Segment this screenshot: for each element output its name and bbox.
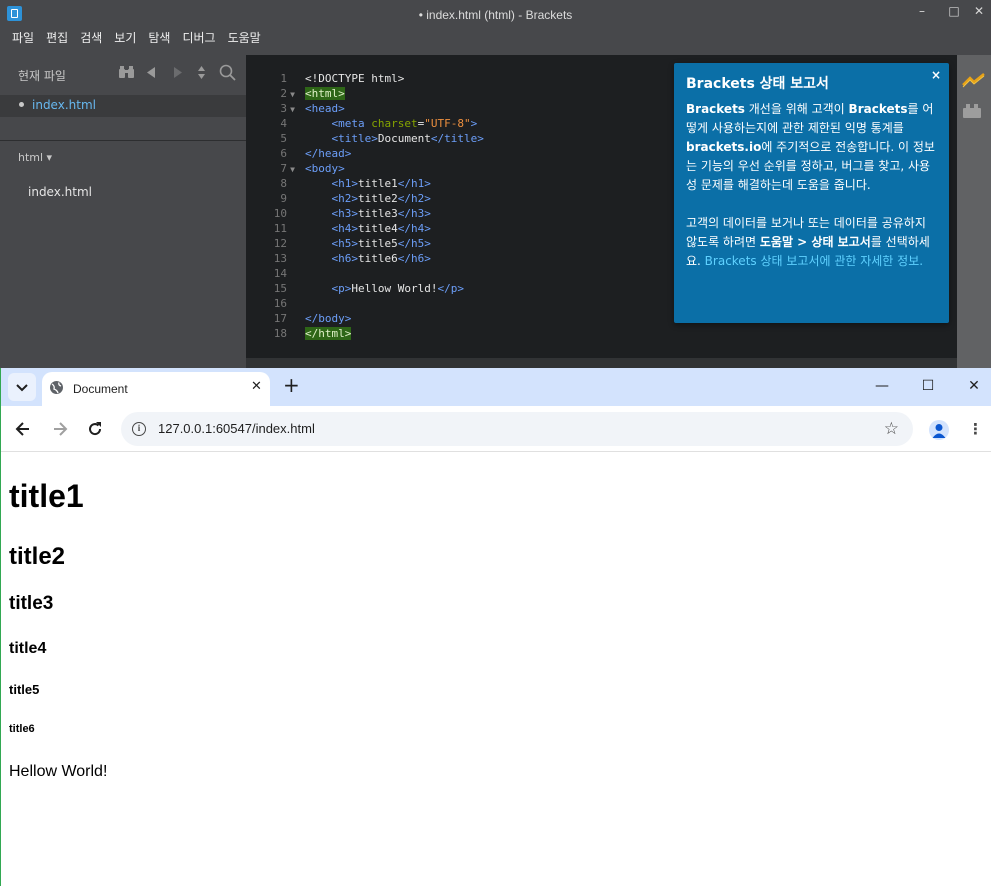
right-toolbar (957, 55, 991, 368)
working-files-header: 현재 파일 (18, 69, 66, 83)
health-report-popup: Brackets 상태 보고서 × Brackets 개선을 위해 고객이 Br… (674, 63, 949, 323)
health-report-paragraph: 고객의 데이터를 보거나 또는 데이터를 공유하지 않도록 하려면 도움말 > … (686, 216, 930, 268)
dirty-dot-icon (19, 102, 24, 107)
maximize-icon[interactable]: □ (940, 2, 968, 22)
menu-navigate[interactable]: 탐색 (148, 29, 170, 47)
menu-view[interactable]: 보기 (114, 29, 136, 47)
profile-avatar-icon[interactable] (929, 420, 949, 440)
heading-6: title6 (9, 723, 35, 735)
nav-forward-icon[interactable] (173, 67, 182, 78)
status-bar (246, 358, 957, 368)
tab-document[interactable]: Document ✕ (42, 372, 270, 406)
brackets-titlebar: • index.html (html) - Brackets – □ ✕ 파일 편… (0, 0, 991, 55)
code-line: 3 ▼ <head> (280, 102, 345, 117)
maximize-icon[interactable]: ☐ (913, 374, 943, 398)
minimize-icon[interactable]: – (908, 2, 936, 22)
menu-file[interactable]: 파일 (12, 29, 34, 47)
page-content: title1 title2 title3 title4 title5 title… (0, 453, 991, 886)
site-info-icon[interactable]: i (132, 422, 146, 436)
address-bar[interactable]: i 127.0.0.1:60547/index.html ☆ (121, 412, 913, 446)
code-line: 13 <h6>title6</h6> (273, 252, 431, 265)
close-tab-icon[interactable]: ✕ (251, 379, 262, 394)
working-file-name: index.html (32, 98, 96, 112)
bookmark-star-icon[interactable]: ☆ (884, 419, 899, 439)
project-file-item[interactable]: index.html (28, 185, 92, 199)
nav-back-icon[interactable] (147, 67, 156, 78)
forward-arrow-icon[interactable] (50, 419, 70, 439)
code-line: 14 (273, 267, 287, 280)
search-icon[interactable] (219, 64, 236, 81)
heading-3: title3 (9, 593, 54, 614)
chrome-window: Document ✕ + — ☐ ✕ i 127.0.0.1:60547/ind… (0, 368, 991, 886)
more-menu-icon[interactable]: ⋮ (968, 419, 983, 439)
menu-find[interactable]: 검색 (80, 29, 102, 47)
code-line: 7 ▼ <body> (280, 162, 345, 177)
fold-arrow-icon[interactable]: ▼ (287, 87, 298, 102)
back-arrow-icon[interactable] (13, 419, 33, 439)
code-line: 4 <meta charset="UTF-8"> (280, 117, 478, 130)
tab-search-button[interactable] (8, 373, 36, 401)
tab-strip: Document ✕ + — ☐ ✕ (0, 368, 991, 406)
heading-4: title4 (9, 640, 47, 657)
menu-debug[interactable]: 디버그 (182, 29, 215, 47)
live-preview-icon[interactable] (962, 72, 986, 88)
code-line: 15 <p>Hellow World!</p> (273, 282, 464, 295)
working-file-item[interactable]: index.html (0, 95, 246, 117)
heading-1: title1 (9, 478, 84, 514)
code-line: 10 <h3>title3</h3> (273, 207, 431, 220)
code-line: 17 </body> (273, 312, 352, 325)
fold-arrow-icon[interactable]: ▼ (287, 102, 298, 117)
menu-help[interactable]: 도움말 (228, 29, 261, 47)
tab-title: Document (73, 382, 128, 396)
code-line: 12 <h5>title5</h5> (273, 237, 431, 250)
extension-manager-icon[interactable] (963, 104, 981, 118)
code-line: 9 <h2>title2</h2> (280, 192, 431, 205)
window-title: • index.html (html) - Brackets (418, 8, 573, 22)
new-tab-button[interactable]: + (283, 374, 300, 396)
close-icon[interactable]: × (931, 68, 941, 82)
project-dropdown[interactable]: html ▾ (18, 151, 52, 164)
chevron-down-icon (16, 384, 28, 392)
split-view-icon[interactable] (197, 66, 206, 79)
sidebar-divider (0, 140, 246, 141)
binoculars-icon[interactable] (119, 66, 134, 79)
minimize-icon[interactable]: — (867, 374, 897, 398)
globe-icon (50, 381, 63, 394)
window-edge (0, 368, 1, 886)
code-line: 5 <title>Document</title> (280, 132, 484, 145)
sidebar: 현재 파일 index.html html ▾ index.html (0, 55, 246, 368)
code-line: 6 </head> (280, 147, 352, 160)
url-text[interactable]: 127.0.0.1:60547/index.html (158, 421, 315, 436)
menu-edit[interactable]: 편집 (46, 29, 68, 47)
browser-toolbar: i 127.0.0.1:60547/index.html ☆ ⋮ (0, 406, 991, 452)
paragraph: Hellow World! (9, 763, 108, 780)
code-line: 18 </html> (273, 327, 352, 340)
heading-5: title5 (9, 682, 40, 697)
health-report-info-link[interactable]: Brackets 상태 보고서에 관한 자세한 정보. (705, 254, 923, 268)
brackets-window: • index.html (html) - Brackets – □ ✕ 파일 편… (0, 0, 991, 368)
code-line: 11 <h4>title4</h4> (273, 222, 431, 235)
health-report-title: Brackets 상태 보고서 (686, 76, 829, 92)
close-window-icon[interactable]: ✕ (959, 374, 989, 398)
reload-icon[interactable] (85, 419, 105, 439)
code-line: 2 ▼ <html> (280, 87, 345, 102)
menu-bar: 파일 편집 검색 보기 탐색 디버그 도움말 (0, 27, 261, 47)
close-icon[interactable]: ✕ (965, 2, 991, 22)
code-line: 8 <h1>title1</h1> (280, 177, 431, 190)
heading-2: title2 (9, 543, 66, 570)
code-line: 16 (273, 297, 287, 310)
health-report-paragraph: Brackets 개선을 위해 고객이 Brackets를 어떻게 사용하는지에… (686, 102, 935, 192)
code-line: 1 <!DOCTYPE html> (280, 72, 405, 85)
health-report-body: Brackets 개선을 위해 고객이 Brackets를 어떻게 사용하는지에… (686, 100, 940, 271)
fold-arrow-icon[interactable]: ▼ (287, 162, 298, 177)
